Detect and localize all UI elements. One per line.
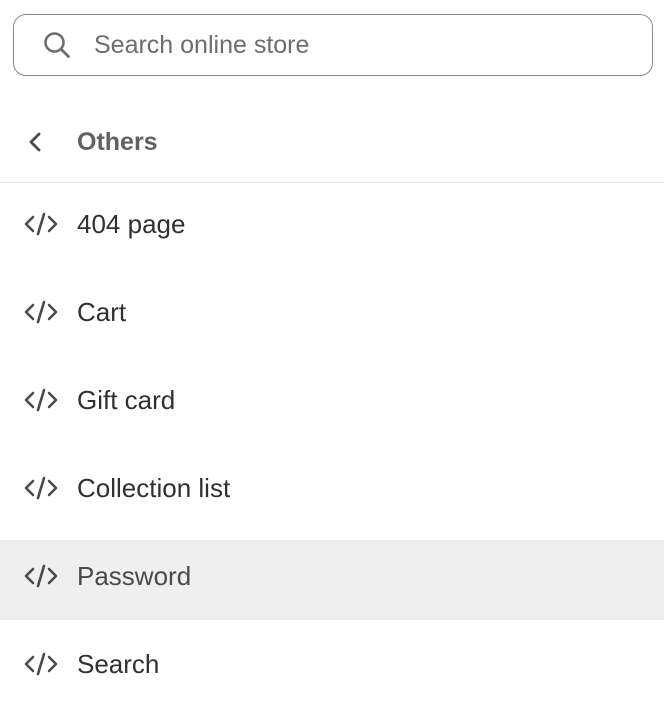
code-icon (24, 652, 58, 676)
list-item-password[interactable]: Password (0, 540, 664, 620)
code-icon (24, 388, 58, 412)
template-list: 404 page Cart Gift card Collection list … (0, 184, 664, 712)
list-item-label: Cart (77, 297, 127, 327)
search-icon (44, 32, 70, 58)
search-input[interactable] (94, 25, 634, 65)
code-icon (24, 564, 58, 588)
list-item-gift-card[interactable]: Gift card (0, 360, 664, 448)
list-item-cart[interactable]: Cart (0, 272, 664, 360)
chevron-left-icon (29, 132, 41, 152)
section-header: Others (0, 102, 664, 183)
list-item-404-page[interactable]: 404 page (0, 184, 664, 272)
code-icon (24, 476, 58, 500)
page-title: Others (77, 128, 158, 156)
theme-sections-panel: Others 404 page Cart Gif (0, 0, 664, 712)
search-box[interactable] (13, 14, 653, 76)
list-item-search[interactable]: Search (0, 624, 664, 712)
list-item-label: Search (77, 649, 160, 679)
back-button[interactable] (20, 126, 52, 158)
code-icon (24, 300, 58, 324)
list-item-collection-list[interactable]: Collection list (0, 448, 664, 536)
list-item-label: Gift card (77, 385, 176, 415)
list-item-label: Password (77, 561, 192, 591)
code-icon (24, 212, 58, 236)
list-item-label: 404 page (77, 209, 186, 239)
list-item-label: Collection list (77, 473, 231, 503)
